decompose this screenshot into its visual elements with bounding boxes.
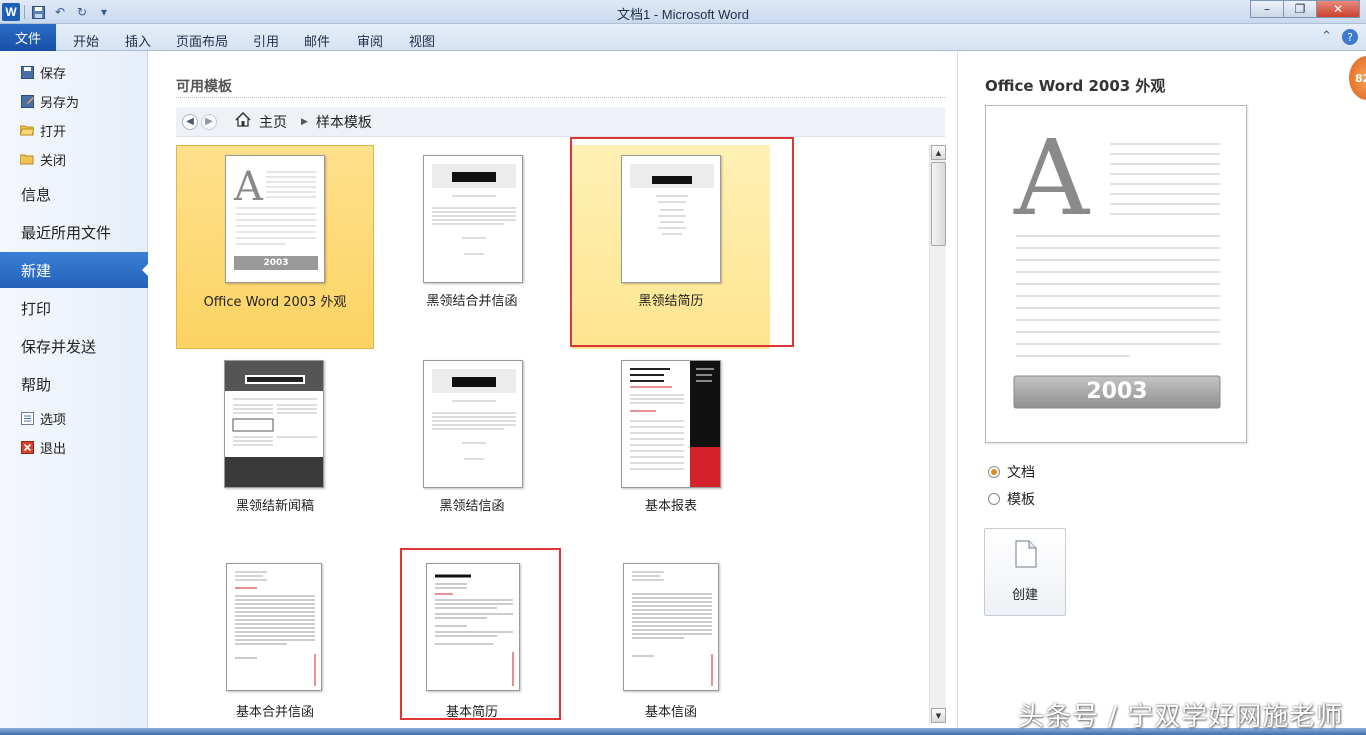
template-label: 基本报表 (644, 499, 697, 514)
tab-references[interactable]: 引用 (253, 28, 279, 50)
nav-save-send[interactable]: 保存并发送 (0, 328, 148, 364)
tab-file[interactable]: 文件 (0, 24, 56, 51)
svg-text:A: A (233, 164, 264, 210)
scroll-up-icon[interactable]: ▲ (931, 145, 946, 160)
watermark: 头条号 / 宁双学好网施老师 (1018, 702, 1344, 732)
nav-print[interactable]: 打印 (0, 290, 148, 326)
nav-open[interactable]: 打开 (20, 120, 66, 140)
breadcrumb-home[interactable]: 主页 (259, 112, 287, 132)
template-thumbnail: A 2003 (225, 155, 325, 283)
ribbon-right-controls: ⌃ ? (1321, 29, 1358, 45)
scroll-down-icon[interactable]: ▼ (931, 708, 946, 723)
preview-badge: 2003 (1086, 379, 1148, 404)
nav-exit-label: 退出 (40, 441, 67, 457)
radio-document-label: 文档 (1007, 465, 1035, 481)
close-button[interactable]: ✕ (1316, 0, 1360, 18)
nav-close-label: 关闭 (40, 153, 67, 169)
template-label: 基本合并信函 (235, 705, 314, 720)
section-divider (176, 97, 945, 98)
template-thumbnail (623, 563, 719, 691)
radio-template-label: 模板 (1007, 492, 1035, 508)
preview-title: Office Word 2003 外观 (985, 77, 1166, 95)
tab-mailings[interactable]: 邮件 (304, 28, 330, 50)
nav-new[interactable]: 新建 (0, 252, 149, 288)
create-label: 创建 (1011, 588, 1038, 603)
scroll-thumb[interactable] (931, 162, 946, 246)
nav-close[interactable]: 关闭 (20, 149, 66, 169)
template-tile[interactable]: 黑领结新闻稿 (176, 350, 374, 554)
nav-open-label: 打开 (40, 124, 67, 140)
template-thumbnail (224, 360, 324, 488)
template-thumbnail (621, 360, 721, 488)
nav-exit[interactable]: 退出 (20, 437, 66, 457)
highlight-box (400, 548, 561, 720)
tab-home[interactable]: 开始 (73, 28, 99, 50)
radio-button[interactable] (988, 493, 1000, 505)
template-tile[interactable]: 黑领结信函 (373, 350, 571, 554)
options-icon (20, 411, 34, 425)
nav-recent[interactable]: 最近所用文件 (0, 214, 148, 250)
template-tile[interactable]: 基本合并信函 (176, 554, 374, 735)
preview-thumbnail: A 2003 (985, 105, 1247, 443)
save-as-icon (20, 94, 34, 108)
template-tile[interactable]: 基本信函 (572, 554, 770, 735)
back-icon[interactable]: ◀ (182, 113, 198, 130)
ribbon-tab-bar: 文件 开始 插入 页面布局 引用 邮件 审阅 视图 ⌃ ? (0, 24, 1366, 51)
template-label: 黑领结信函 (439, 499, 505, 514)
create-button[interactable]: 创建 (984, 528, 1066, 616)
close-folder-icon (20, 152, 34, 166)
highlight-box (570, 137, 794, 347)
breadcrumb-separator-icon: ▶ (301, 116, 308, 127)
vertical-scrollbar[interactable]: ▲ ▼ (929, 145, 946, 723)
tab-review[interactable]: 审阅 (357, 28, 383, 50)
template-thumbnail (423, 155, 523, 283)
nav-save-as[interactable]: 另存为 (20, 91, 79, 111)
window-title: 文档1 - Microsoft Word (617, 7, 749, 22)
nav-save-as-label: 另存为 (40, 95, 80, 111)
templates-panel: 可用模板 ◀ ▶ 主页 ▶ 样本模板 A 2003 Office Word 20… (149, 51, 957, 735)
minimize-button[interactable]: – (1250, 0, 1284, 18)
window-controls: – ❐ ✕ (1250, 0, 1360, 18)
radio-button[interactable] (988, 466, 1000, 478)
template-tile[interactable]: A 2003 Office Word 2003 外观 (176, 145, 374, 349)
breadcrumb-current: 样本模板 (315, 114, 372, 131)
template-label: Office Word 2003 外观 (203, 295, 347, 310)
template-label: 黑领结合并信函 (426, 294, 518, 309)
nav-new-label: 新建 (21, 261, 52, 280)
template-label: 黑领结新闻稿 (235, 499, 314, 514)
preview-panel: Office Word 2003 外观 A 2003 文档 模板 创建 (957, 51, 1366, 735)
nav-info[interactable]: 信息 (0, 176, 148, 212)
tab-view[interactable]: 视图 (409, 28, 435, 50)
active-pointer (142, 263, 149, 277)
backstage-nav: 保存 另存为 打开 关闭 信息 最近所用文件 新建 打印 保存并发送 帮助 选项… (0, 51, 149, 735)
section-title: 可用模板 (176, 79, 232, 95)
open-folder-icon (20, 123, 34, 137)
preview-big-letter: A (1014, 117, 1090, 239)
template-thumbnail (226, 563, 322, 691)
nav-save-label: 保存 (40, 66, 67, 82)
tab-insert[interactable]: 插入 (125, 28, 151, 50)
template-tile[interactable]: 基本报表 (572, 350, 770, 554)
radio-template[interactable]: 模板 (988, 489, 1035, 509)
save-icon (20, 65, 34, 79)
home-icon[interactable] (235, 111, 251, 131)
template-label: 基本信函 (644, 705, 697, 720)
new-document-icon (1015, 540, 1037, 572)
breadcrumb: ◀ ▶ 主页 ▶ 样本模板 (176, 107, 945, 137)
tab-page-layout[interactable]: 页面布局 (176, 28, 228, 50)
title-bar: W ↶ ↻ ▾ 文档1 - Microsoft Word – ❐ ✕ (0, 0, 1366, 24)
nav-options-label: 选项 (40, 412, 67, 428)
help-icon[interactable]: ? (1342, 29, 1358, 45)
template-tile[interactable]: 黑领结合并信函 (373, 145, 571, 349)
exit-icon (20, 440, 34, 454)
nav-help[interactable]: 帮助 (0, 366, 148, 402)
restore-button[interactable]: ❐ (1283, 0, 1317, 18)
nav-save[interactable]: 保存 (20, 62, 66, 82)
template-thumbnail (423, 360, 523, 488)
radio-document[interactable]: 文档 (988, 462, 1035, 482)
nav-options[interactable]: 选项 (20, 408, 66, 428)
thumb-badge: 2003 (263, 258, 289, 268)
collapse-ribbon-icon[interactable]: ⌃ (1321, 29, 1332, 45)
forward-icon[interactable]: ▶ (201, 113, 217, 130)
